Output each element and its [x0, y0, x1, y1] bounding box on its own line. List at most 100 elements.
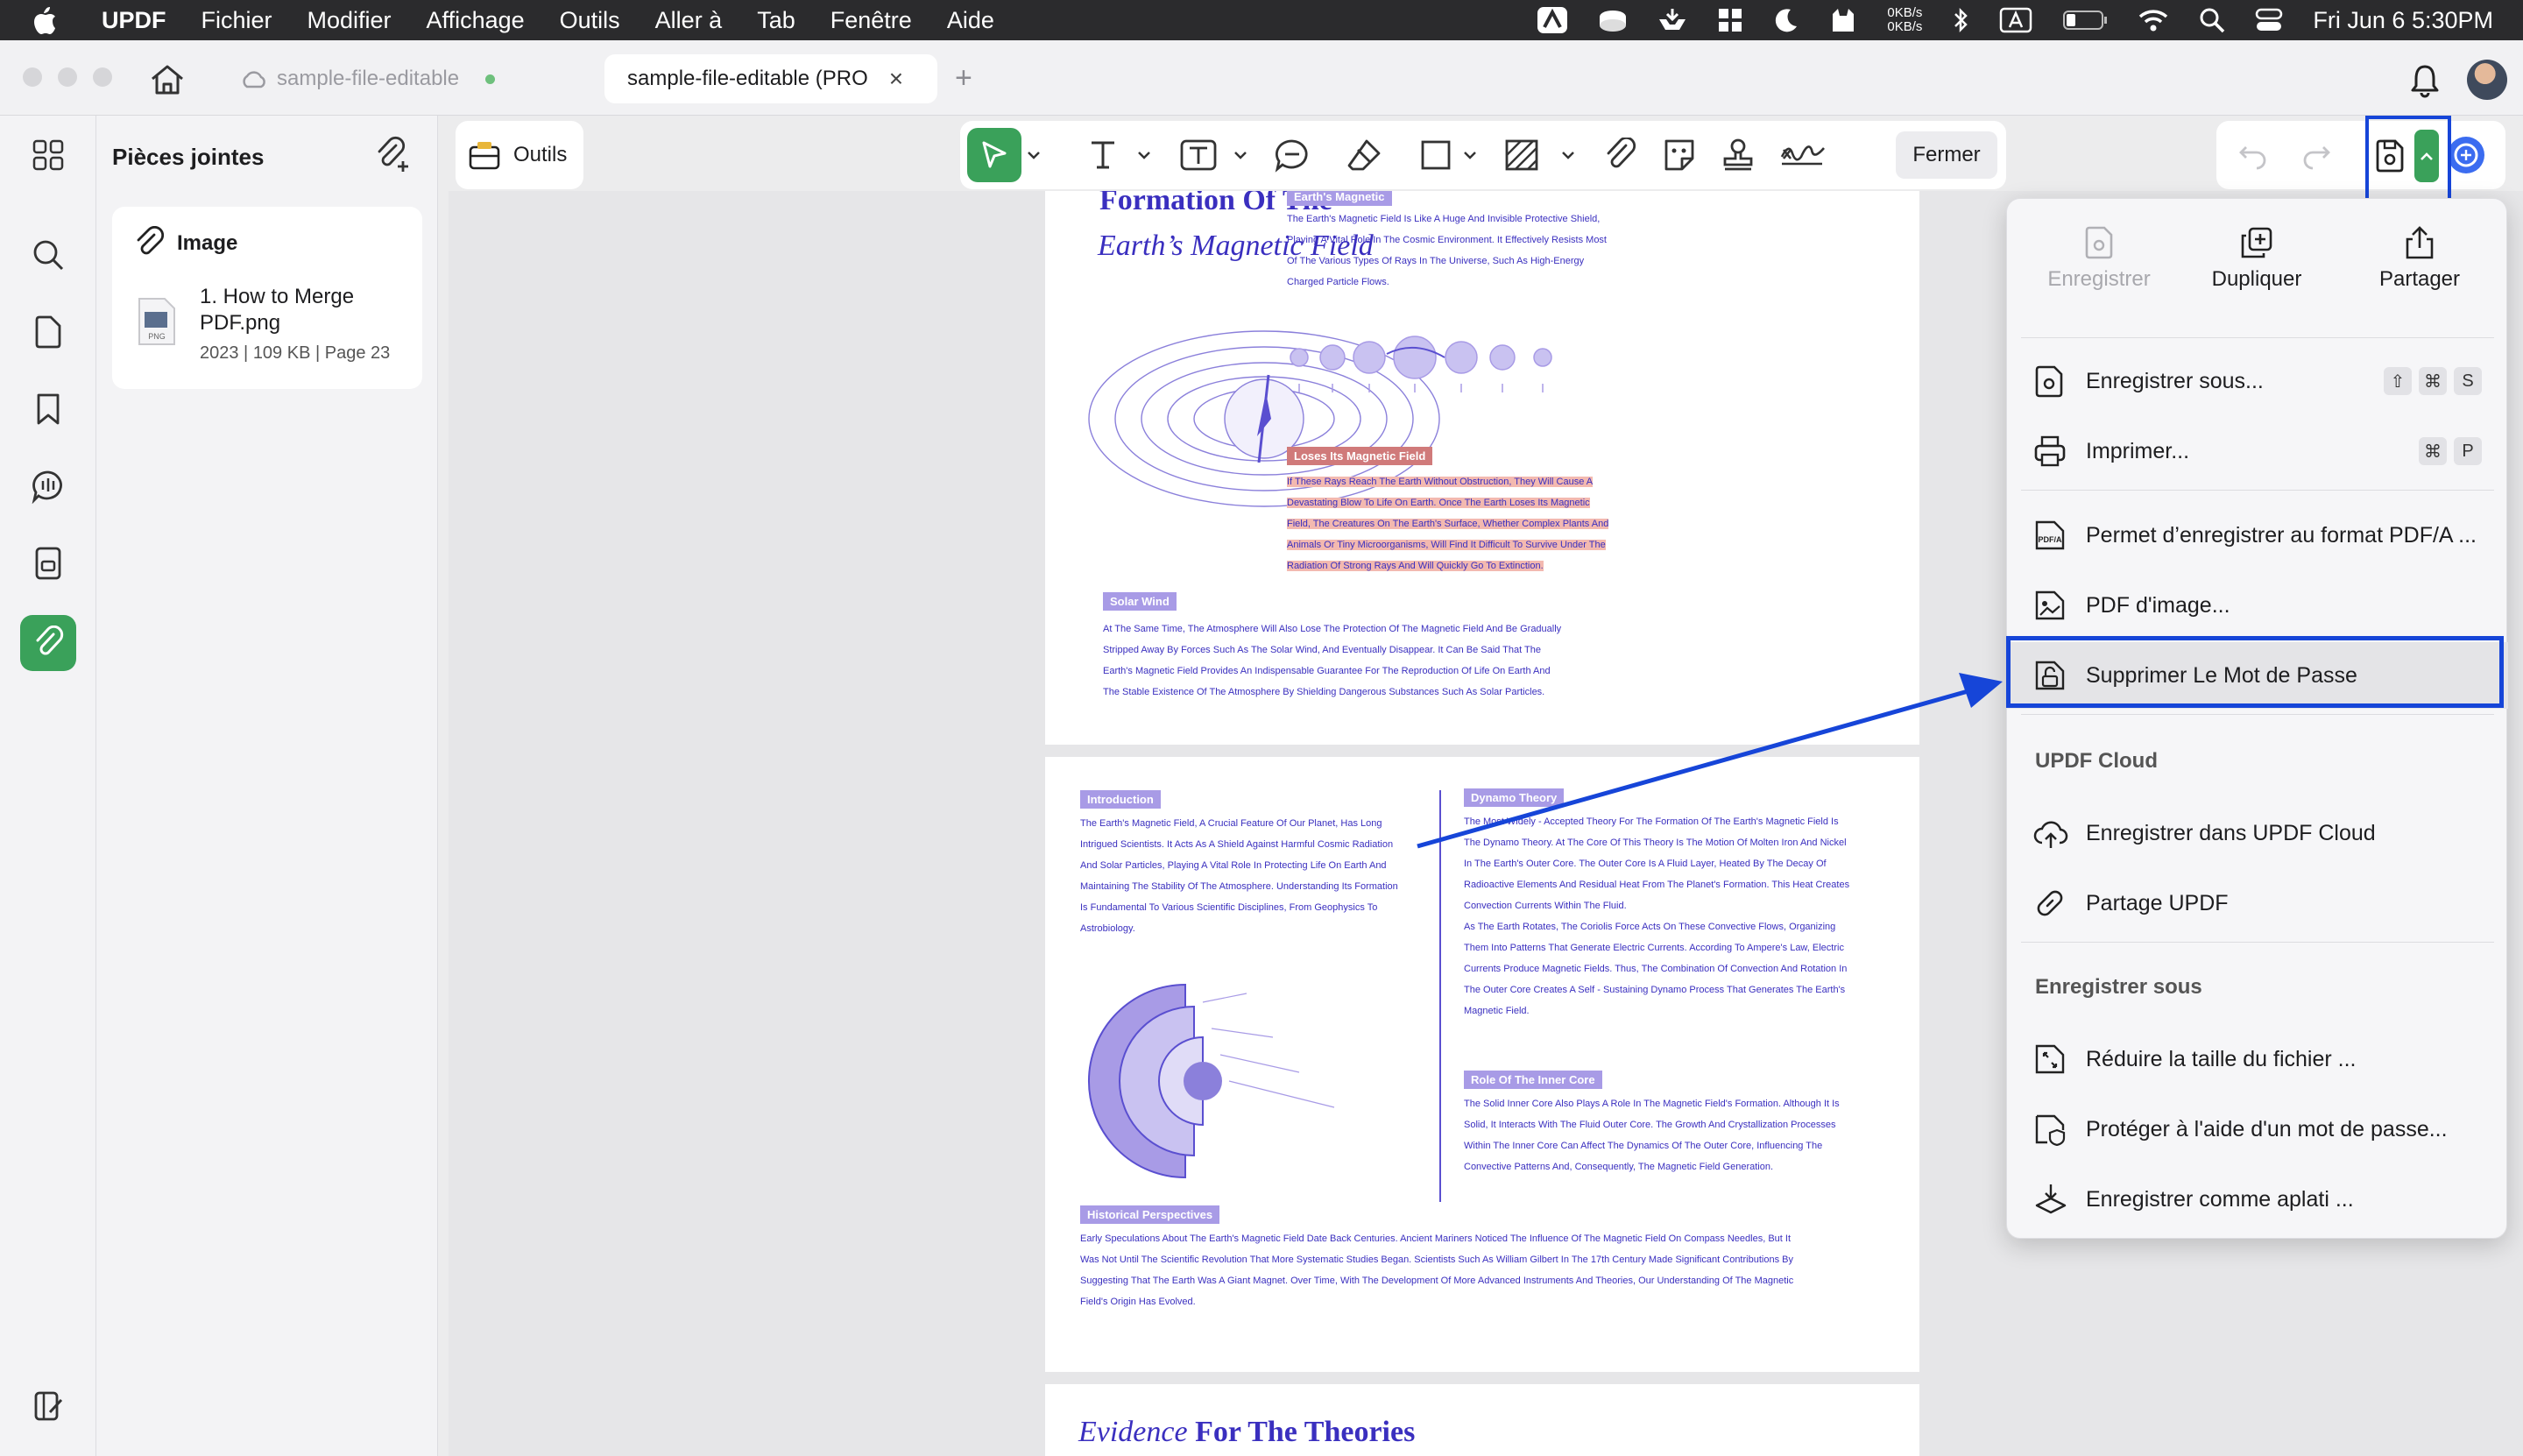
menu-separator — [2021, 714, 2494, 715]
cloud-icon — [240, 69, 266, 88]
disk-icon[interactable] — [1598, 8, 1628, 32]
comment-tool-icon[interactable] — [1274, 133, 1311, 177]
apple-icon[interactable] — [32, 5, 67, 35]
add-attachment-icon[interactable] — [373, 135, 412, 173]
menu-affichage[interactable]: Affichage — [427, 7, 525, 34]
thumbnails-grid-icon[interactable] — [28, 135, 68, 175]
paragraph: At The Same Time, The Atmosphere Will Al… — [1103, 624, 1562, 697]
page-heading: Evidence For The Theories — [1078, 1416, 1416, 1448]
text-dropdown-chevron-icon[interactable] — [1137, 133, 1151, 177]
pdf-page-1: Formation Of The Earth’s Magnetic Field … — [1045, 191, 1919, 745]
share-top-button[interactable]: Partager — [2345, 225, 2494, 292]
window-controls — [23, 67, 112, 87]
tab-label: sample-file-editable (PRO — [627, 67, 868, 90]
form-fields-icon[interactable] — [28, 543, 68, 583]
close-tools-button[interactable]: Fermer — [1896, 131, 1997, 179]
bluetooth-icon[interactable] — [1952, 7, 1969, 33]
duplicate-top-button[interactable]: Dupliquer — [2182, 225, 2331, 292]
menubar-clock[interactable]: Fri Jun 6 5:30PM — [2313, 7, 2493, 34]
pages-icon[interactable] — [28, 312, 68, 352]
textbox-dropdown-chevron-icon[interactable] — [1233, 133, 1247, 177]
section-tag: Loses Its Magnetic Field — [1287, 447, 1433, 465]
close-tab-icon[interactable]: × — [889, 65, 903, 93]
paragraph: Early Speculations About The Earth's Mag… — [1080, 1233, 1794, 1307]
user-avatar[interactable] — [2467, 60, 2507, 100]
wifi-icon[interactable] — [2138, 8, 2169, 32]
menu-item-protect-password[interactable]: Protéger à l'aide d'un mot de passe... — [2007, 1096, 2508, 1163]
section-tag: Dynamo Theory — [1464, 788, 1565, 807]
menu-item-reduce-size[interactable]: Réduire la taille du fichier ... — [2007, 1026, 2508, 1092]
tab-document-2[interactable]: sample-file-editable (PRO × — [604, 54, 937, 103]
redact-dropdown-chevron-icon[interactable] — [1561, 133, 1575, 177]
stamp-tool-icon[interactable] — [1721, 133, 1756, 177]
outils-button[interactable]: Outils — [456, 121, 583, 189]
inbox-icon[interactable] — [1657, 7, 1687, 33]
tab-bar: sample-file-editable sample-file-editabl… — [0, 40, 2523, 116]
redact-hatch-tool-icon[interactable] — [1503, 133, 1540, 177]
menu-tab[interactable]: Tab — [757, 7, 795, 34]
menu-item-flatten[interactable]: Enregistrer comme aplati ... — [2007, 1166, 2508, 1233]
menu-fenetre[interactable]: Fenêtre — [830, 7, 912, 34]
bookmark-icon[interactable] — [28, 389, 68, 429]
grid-status-icon[interactable] — [1717, 7, 1743, 33]
undo-icon[interactable] — [2237, 138, 2269, 170]
eraser-tool-icon[interactable] — [1346, 133, 1382, 177]
annotation-toolbar: Fermer — [960, 121, 2006, 189]
menu-aide[interactable]: Aide — [947, 7, 994, 34]
link-icon — [2033, 887, 2067, 920]
menu-aller-a[interactable]: Aller à — [655, 7, 723, 34]
save-dropdown-menu: Enregistrer Dupliquer Partager Enregistr… — [2006, 198, 2508, 1239]
earth-layers-illustration — [1071, 967, 1413, 1186]
section-tag: Earth's Magnetic — [1287, 191, 1392, 206]
text-box-tool-icon[interactable] — [1179, 133, 1218, 177]
menu-item-print[interactable]: Imprimer... ⌘ P — [2007, 418, 2508, 484]
attach-tool-icon[interactable] — [1603, 133, 1636, 177]
close-window-button[interactable] — [23, 67, 42, 87]
menu-item-share-updf[interactable]: Partage UPDF — [2007, 870, 2508, 937]
attachments-icon[interactable] — [20, 615, 76, 671]
battery-icon[interactable] — [2062, 9, 2108, 32]
status-app-icon[interactable] — [1537, 6, 1568, 34]
menu-separator — [2021, 337, 2494, 338]
shape-dropdown-chevron-icon[interactable] — [1463, 133, 1477, 177]
save-top-button[interactable]: Enregistrer — [2025, 225, 2173, 292]
new-tab-button[interactable]: + — [955, 61, 972, 95]
select-tool-button[interactable] — [967, 128, 1021, 182]
cat-icon[interactable] — [1829, 7, 1857, 33]
control-center-icon[interactable] — [2255, 7, 2283, 33]
signature-tool-icon[interactable] — [1778, 133, 1826, 177]
png-file-icon[interactable]: PNG — [137, 296, 177, 347]
menu-outils[interactable]: Outils — [560, 7, 620, 34]
keyboard-input-icon[interactable] — [1999, 7, 2032, 33]
menu-item-save-as[interactable]: Enregistrer sous... ⇧ ⌘ S — [2007, 348, 2508, 414]
menu-item-pdf-image[interactable]: PDF d'image... — [2007, 572, 2508, 639]
moon-icon[interactable] — [1773, 7, 1799, 33]
paragraph: The Earth's Magnetic Field Is Like A Hug… — [1287, 214, 1607, 287]
cloud-upload-icon — [2033, 816, 2068, 850]
zoom-window-button[interactable] — [93, 67, 112, 87]
menu-item-save-cloud[interactable]: Enregistrer dans UPDF Cloud — [2007, 800, 2508, 866]
select-dropdown-chevron-icon[interactable] — [1027, 133, 1041, 177]
menu-fichier[interactable]: Fichier — [201, 7, 272, 34]
minimize-window-button[interactable] — [58, 67, 77, 87]
printer-icon — [2033, 435, 2067, 468]
menu-modifier[interactable]: Modifier — [307, 7, 392, 34]
home-icon[interactable] — [149, 63, 186, 96]
menu-item-pdfa[interactable]: PDF/A Permet d’enregistrer au format PDF… — [2007, 502, 2508, 569]
panel-toggle-icon[interactable] — [28, 1386, 68, 1426]
attachment-file-name[interactable]: 1. How to Merge PDF.png — [200, 284, 410, 336]
rectangle-tool-icon[interactable] — [1419, 133, 1452, 177]
file-type-badge: PNG — [148, 332, 166, 341]
redo-icon[interactable] — [2300, 138, 2332, 170]
comments-icon[interactable] — [28, 466, 68, 506]
protect-file-icon — [2033, 1113, 2067, 1146]
menu-app-name[interactable]: UPDF — [102, 7, 166, 34]
search-icon[interactable] — [28, 235, 68, 275]
tab-document-1[interactable]: sample-file-editable — [217, 54, 568, 103]
text-tool-icon[interactable] — [1088, 133, 1118, 177]
menu-separator — [2021, 490, 2494, 491]
sticker-tool-icon[interactable] — [1661, 133, 1698, 177]
spotlight-search-icon[interactable] — [2199, 7, 2225, 33]
bell-icon[interactable] — [2409, 63, 2441, 98]
ai-assistant-icon[interactable] — [2446, 135, 2486, 175]
